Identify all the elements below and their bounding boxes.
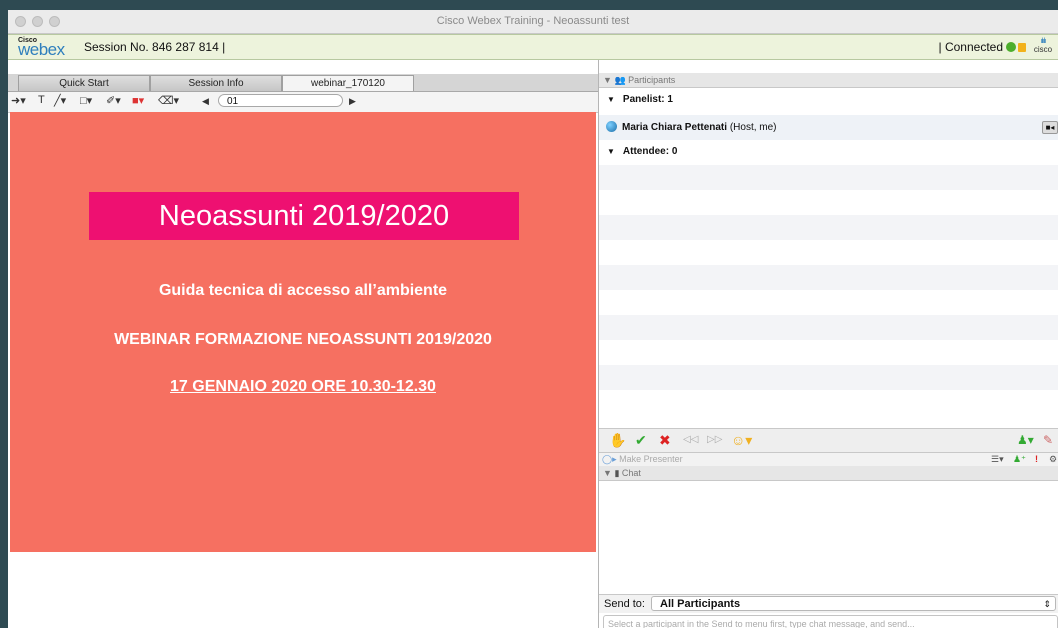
empty-list-row: [599, 215, 1058, 240]
chat-bubble-icon: ▮: [614, 468, 620, 478]
no-x-icon[interactable]: ✖: [659, 432, 671, 448]
participant-row[interactable]: Maria Chiara Pettenati (Host, me) ■◂: [599, 115, 1058, 140]
connection-status-label: | Connected: [938, 40, 1004, 54]
slower-icon[interactable]: ◁◁: [683, 432, 698, 448]
faster-icon[interactable]: ▷▷: [707, 432, 722, 448]
presentation-slide: Neoassunti 2019/2020 Guida tecnica di ac…: [10, 112, 596, 552]
empty-list-row: [599, 165, 1058, 190]
content-viewer: Quick Start Session Info webinar_170120 …: [8, 60, 599, 628]
side-panel: ▼ 👥 Participants ▼ Panelist: 1 Maria Chia…: [599, 60, 1058, 628]
tab-quick-start[interactable]: Quick Start: [18, 75, 150, 91]
webex-wordmark: webex: [18, 40, 65, 59]
chat-message-input[interactable]: Select a participant in the Send to menu…: [603, 615, 1058, 628]
page-number-field[interactable]: 01: [218, 94, 343, 107]
text-tool-icon[interactable]: T: [38, 94, 45, 106]
select-arrows-icon: ⇕: [1043, 599, 1051, 609]
highlighter-tool-icon[interactable]: ✐▾: [106, 94, 121, 107]
color-tool-icon[interactable]: ■▾: [132, 94, 144, 107]
cisco-logo: ılıılı cisco: [1030, 38, 1056, 54]
presenter-bar: ◯▸ Make Presenter ☰▾ ♟⁺ ! ⚙: [599, 452, 1058, 467]
cisco-logo-text: cisco: [1033, 45, 1053, 54]
participants-header-label: Participants: [628, 75, 676, 85]
chat-panel-header[interactable]: ▼ ▮ Chat: [599, 466, 1058, 481]
slide-date-line: 17 GENNAIO 2020 ORE 10.30-12.30: [170, 378, 436, 395]
edit-icon[interactable]: ✎: [1043, 432, 1053, 448]
send-to-value: All Participants: [660, 598, 741, 610]
participant-toolbar: ✋ ✔ ✖ ◁◁ ▷▷ ☺▾ ♟▾ ✎: [599, 428, 1058, 453]
shape-tool-icon[interactable]: □▾: [80, 94, 92, 107]
attendee-group-label: Attendee: 0: [622, 146, 678, 157]
empty-list-row: [599, 265, 1058, 290]
webex-logo: Cisco webex: [18, 37, 78, 59]
panelist-group[interactable]: ▼ Panelist: 1: [599, 88, 1058, 112]
session-bar: Cisco webex Session No. 846 287 814 | | …: [8, 34, 1058, 60]
send-to-label: Send to:: [604, 598, 645, 610]
document-tabs: Quick Start Session Info webinar_170120: [8, 74, 598, 92]
participants-panel-header[interactable]: ▼ 👥 Participants: [599, 73, 1058, 88]
eraser-tool-icon[interactable]: ⌫▾: [158, 94, 179, 107]
session-number: Session No. 846 287 814 |: [84, 40, 226, 54]
webex-window: Cisco Webex Training - Neoassunti test C…: [8, 10, 1058, 628]
empty-list-row: [599, 365, 1058, 390]
raise-hand-icon[interactable]: ✋: [609, 432, 626, 448]
connected-indicator-icon: [1006, 42, 1016, 52]
participant-role: (Host, me): [729, 122, 777, 133]
make-presenter-icon[interactable]: ◯▸: [602, 454, 617, 464]
settings-icon[interactable]: ⚙: [1049, 453, 1057, 466]
window-titlebar: Cisco Webex Training - Neoassunti test: [8, 10, 1058, 34]
attendee-group[interactable]: ▼ Attendee: 0: [599, 140, 1058, 164]
expand-triangle-icon: ▼: [607, 147, 615, 156]
chat-header-label: Chat: [621, 468, 641, 478]
expand-triangle-icon: ▼: [607, 95, 615, 104]
slide-webinar-line: WEBINAR FORMAZIONE NEOASSUNTI 2019/2020: [114, 331, 492, 348]
annotation-toolbar: ➜▾ T ╱▾ □▾ ✐▾ ■▾ ⌫▾ ◀ 01 ▶: [8, 92, 598, 113]
slide-title: Neoassunti 2019/2020: [89, 192, 519, 240]
alert-icon[interactable]: !: [1035, 453, 1038, 466]
pointer-tool-icon[interactable]: ➜▾: [11, 94, 26, 107]
empty-list-row: [599, 315, 1058, 340]
connection-status: | Connected: [938, 40, 1026, 54]
add-participant-icon[interactable]: ♟⁺: [1013, 453, 1026, 466]
tab-webinar-document[interactable]: webinar_170120: [282, 75, 414, 91]
slide-subtitle: Guida tecnica di accesso all’ambiente: [158, 282, 448, 299]
yes-check-icon[interactable]: ✔: [635, 432, 647, 448]
send-to-bar: Send to: All Participants ⇕: [599, 594, 1058, 613]
list-options-icon[interactable]: ☰▾: [991, 453, 1004, 466]
window-title: Cisco Webex Training - Neoassunti test: [436, 15, 630, 27]
collapse-triangle-icon[interactable]: ▼: [603, 75, 612, 85]
tab-session-info[interactable]: Session Info: [150, 75, 282, 91]
emoticon-icon[interactable]: ☺▾: [731, 432, 752, 448]
collapse-triangle-icon[interactable]: ▼: [603, 468, 612, 478]
send-to-select[interactable]: All Participants ⇕: [651, 596, 1056, 611]
pen-tool-icon[interactable]: ╱▾: [54, 94, 66, 107]
participants-icon: 👥: [614, 75, 626, 85]
assign-privileges-icon[interactable]: ♟▾: [1017, 432, 1034, 448]
host-status-icon: [606, 121, 617, 132]
previous-page-icon[interactable]: ◀: [202, 96, 209, 107]
make-presenter-button[interactable]: Make Presenter: [619, 454, 683, 464]
participant-name: Maria Chiara Pettenati: [622, 122, 728, 133]
lock-icon: [1018, 43, 1026, 52]
panelist-group-label: Panelist: 1: [622, 94, 673, 105]
video-camera-icon[interactable]: ■◂: [1042, 121, 1058, 134]
next-page-icon[interactable]: ▶: [349, 96, 356, 107]
chat-history: [599, 494, 1058, 594]
